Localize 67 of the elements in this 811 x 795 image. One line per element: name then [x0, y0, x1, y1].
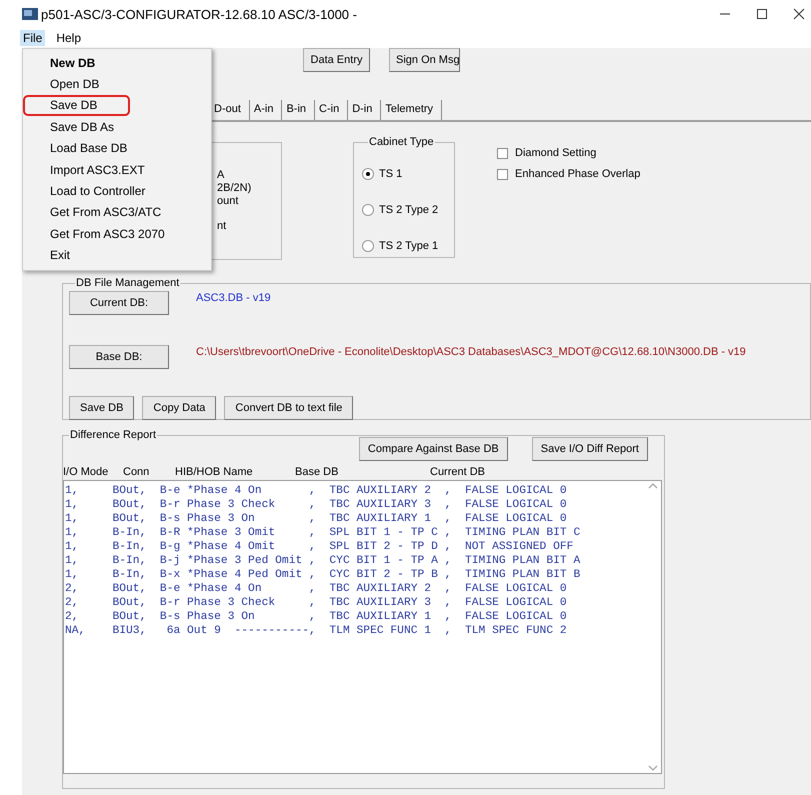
menu-item[interactable]: Save DB	[23, 94, 130, 116]
report-row-text: 1, B-In, B-x *Phase 4 Ped Omit , CYC BIT 2 - TP B , TIMING PLAN BIT B	[65, 568, 582, 582]
base-db-path: C:\Users\tbrevoort\OneDrive - Econolite\Desktop\ASC3 Databases\ASC3_MDOT@CG\12.68.10\N3000.DB - v19	[196, 346, 746, 358]
radio-option[interactable]: TS 2 Type 2	[362, 192, 454, 228]
radio-option[interactable]: TS 1	[362, 156, 454, 192]
menu-item[interactable]: Get From ASC3/ATC	[23, 202, 211, 224]
tab[interactable]: B-in	[282, 100, 316, 120]
close-icon[interactable]	[793, 8, 805, 20]
column-header: Conn	[123, 466, 150, 478]
scroll-down-icon[interactable]	[648, 765, 658, 771]
tab[interactable]: A-in	[250, 100, 282, 120]
group-title: Difference Report	[69, 429, 158, 441]
report-row-text: 2, BOut, B-e *Phase 4 On , TBC AUXILIARY 2 , FALSE LOGICAL 0	[65, 582, 568, 596]
report-button[interactable]: Compare Against Base DB	[358, 437, 508, 461]
menu-item[interactable]: New DB	[23, 52, 211, 74]
radio-icon[interactable]	[362, 204, 374, 216]
column-header: I/O Mode	[63, 466, 110, 478]
column-header: HIB/HOB Name	[175, 466, 254, 478]
tab[interactable]: Telemetry	[381, 100, 442, 120]
report-row-text: 1, BOut, B-s Phase 3 On , TBC AUXILIARY 1 , FALSE LOGICAL 0	[65, 512, 568, 526]
db-action-button[interactable]: Copy Data	[142, 396, 216, 420]
option-text: ount	[217, 195, 240, 208]
toolbar-button[interactable]: Sign On Msg	[389, 48, 460, 72]
window-title: p501-ASC/3-CONFIGURATOR-12.68.10 ASC/3-1000 -	[41, 6, 358, 22]
checkbox-option[interactable]: Enhanced Phase Overlap	[497, 168, 640, 180]
menu-item[interactable]: Load Base DB	[23, 138, 211, 159]
menu-item[interactable]: Open DB	[23, 73, 211, 95]
group-title: Cabinet Type	[368, 136, 435, 148]
report-row-text: 2, BOut, B-r Phase 3 Check , TBC AUXILIARY 3 , FALSE LOGICAL 0	[65, 596, 568, 610]
checkbox[interactable]	[497, 148, 508, 158]
menu-bar-item[interactable]: Help	[53, 30, 84, 46]
toolbar-button[interactable]: Data Entry	[303, 48, 370, 72]
menu-item[interactable]: Load to Controller	[23, 180, 211, 202]
current-db-button[interactable]: Current DB:	[69, 291, 169, 315]
db-action-button[interactable]: Save DB	[69, 396, 134, 420]
current-db-value: ASC3.DB - v19	[196, 292, 271, 304]
menu-item[interactable]: Exit	[23, 244, 211, 266]
report-row-text: 1, B-In, B-g *Phase 4 Omit , SPL BIT 2 - TP D , NOT ASSIGNED OFF	[65, 540, 574, 554]
tab[interactable]: C-in	[315, 100, 348, 120]
radio-option[interactable]: TS 2 Type 1	[362, 228, 454, 264]
report-button[interactable]: Save I/O Diff Report	[532, 437, 648, 461]
menu-item[interactable]: Get From ASC3 2070	[23, 223, 211, 245]
radio-icon[interactable]	[362, 168, 374, 180]
db-action-button[interactable]: Convert DB to text file	[224, 396, 354, 420]
option-text: A	[217, 169, 226, 182]
menu-item[interactable]: Import ASC3.EXT	[23, 158, 211, 180]
menu-item[interactable]: Save DB As	[23, 116, 211, 138]
checkbox[interactable]	[497, 168, 508, 180]
option-text: nt	[217, 220, 228, 233]
report-row-text: 1, B-In, B-R *Phase 3 Omit , SPL BIT 1 - TP C , TIMING PLAN BIT C	[65, 526, 582, 540]
report-row-text: 1, BOut, B-r Phase 3 Check , TBC AUXILIARY 3 , FALSE LOGICAL 0	[65, 498, 568, 512]
report-row-text: 1, B-In, B-j *Phase 3 Ped Omit , CYC BIT 1 - TP A , TIMING PLAN BIT A	[65, 554, 582, 568]
report-row-text: NA, BIU3, 6a Out 9 -----------, TLM SPEC FUNC 1 , TLM SPEC FUNC 2	[65, 624, 568, 638]
column-header: Current DB	[430, 466, 486, 478]
option-text: 2B/2N)	[217, 182, 252, 195]
report-row-text: 2, BOut, B-s Phase 3 On , TBC AUXILIARY 1 , FALSE LOGICAL 0	[65, 610, 568, 624]
checkbox-option[interactable]: Diamond Setting	[497, 147, 640, 159]
radio-icon[interactable]	[362, 240, 374, 252]
maximize-icon[interactable]	[756, 8, 768, 20]
scroll-up-icon[interactable]	[648, 483, 658, 489]
tab[interactable]: D-in	[348, 100, 382, 120]
report-row-text: 1, BOut, B-e *Phase 4 On , TBC AUXILIARY 2 , FALSE LOGICAL 0	[65, 484, 568, 498]
app-icon	[22, 7, 38, 21]
column-header: Base DB	[295, 466, 340, 478]
base-db-button[interactable]: Base DB:	[69, 345, 169, 369]
group-title: DB File Management	[75, 277, 180, 289]
menu-bar-item[interactable]: File	[20, 30, 46, 46]
